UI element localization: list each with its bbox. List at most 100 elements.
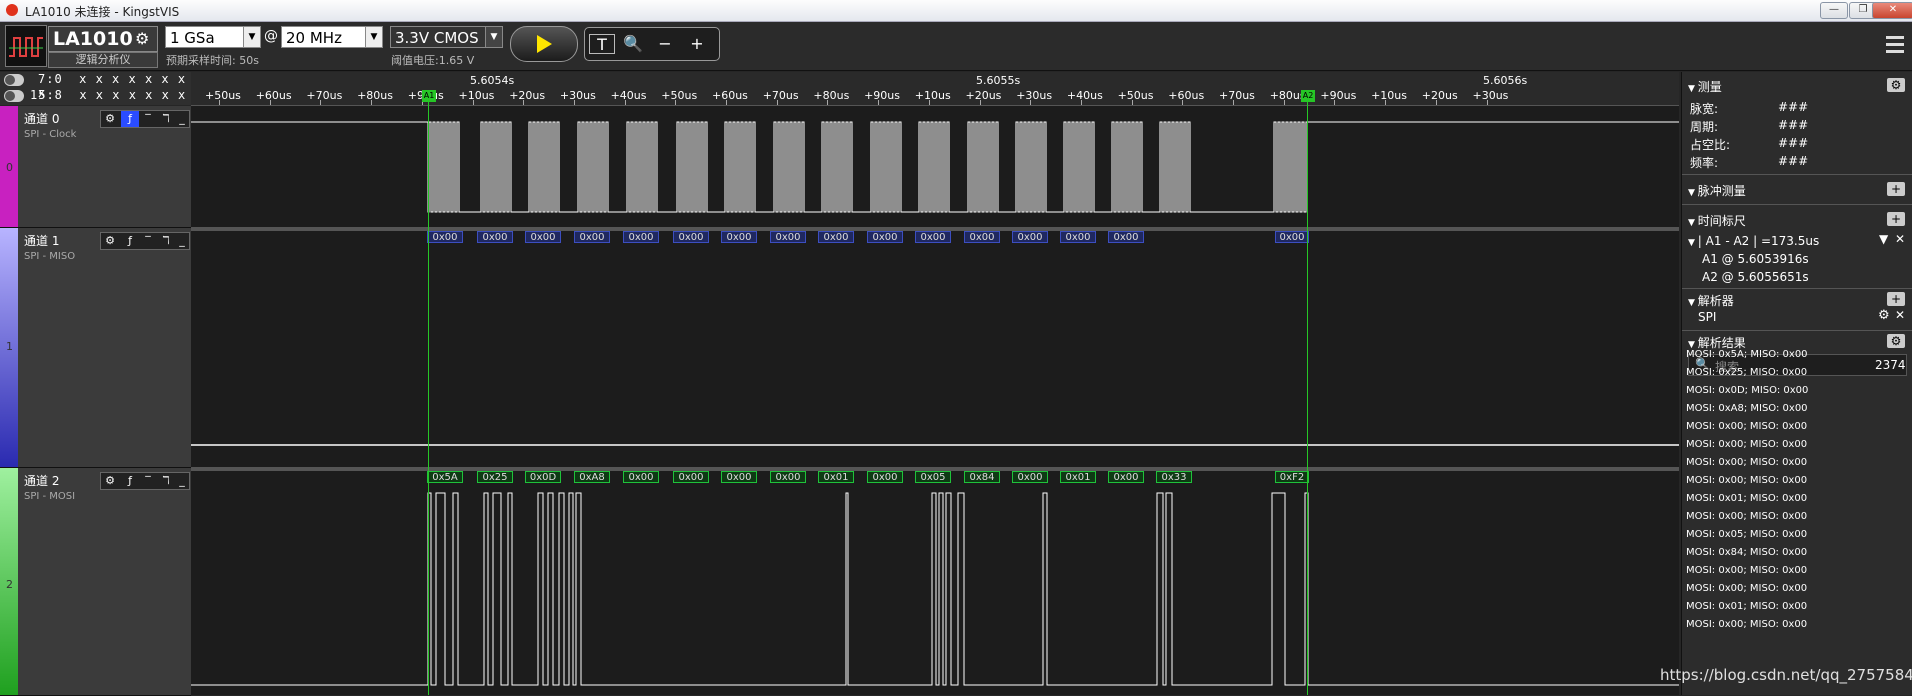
decoded-byte[interactable]: 0x00 [770, 471, 806, 483]
measure-section-title[interactable]: 测量 [1688, 78, 1722, 95]
low-trigger-icon[interactable]: _ [173, 111, 191, 127]
decoded-byte[interactable]: 0x5A [427, 471, 463, 483]
decoded-byte[interactable]: 0x25 [477, 471, 513, 483]
gear-icon[interactable]: ⚙ [1887, 334, 1905, 348]
run-button[interactable] [510, 26, 578, 62]
result-row[interactable]: MOSI: 0x0D; MISO: 0x00 [1686, 385, 1808, 396]
result-row[interactable]: MOSI: 0x01; MISO: 0x00 [1686, 493, 1807, 504]
waveform-channel-2[interactable]: 0x5A 0x25 0x0D 0xA8 0x00 0x00 0x00 0x00 0x01 0x00… [191, 471, 1679, 695]
result-row[interactable]: MOSI: 0xA8; MISO: 0x00 [1686, 403, 1808, 414]
result-row[interactable]: MOSI: 0x00; MISO: 0x00 [1686, 565, 1807, 576]
decoded-byte[interactable]: 0x00 [477, 231, 513, 243]
gear-icon[interactable]: ⚙ [101, 111, 119, 127]
decoded-byte[interactable]: 0x84 [964, 471, 1000, 483]
decoded-byte[interactable]: 0x00 [867, 231, 903, 243]
decoded-byte[interactable]: 0x00 [818, 231, 854, 243]
gear-icon[interactable]: ⚙ [101, 473, 119, 489]
decoded-byte[interactable]: 0x00 [673, 471, 709, 483]
ruler-section-title[interactable]: 时间标尺 [1688, 212, 1746, 229]
edge-trigger-icon[interactable]: ƒ [121, 111, 139, 127]
result-row[interactable]: MOSI: 0x00; MISO: 0x00 [1686, 619, 1807, 630]
decoded-byte[interactable]: 0xA8 [574, 471, 610, 483]
edge-trigger-icon[interactable]: ƒ [121, 473, 139, 489]
decoded-byte[interactable]: 0xF2 [1275, 471, 1309, 483]
gear-icon[interactable]: ⚙ [1887, 78, 1905, 92]
close-icon[interactable]: ✕ [1895, 308, 1905, 322]
decoded-byte[interactable]: 0x00 [721, 471, 757, 483]
cursor-a2[interactable] [1307, 90, 1308, 695]
result-row[interactable]: MOSI: 0x05; MISO: 0x00 [1686, 529, 1807, 540]
add-icon[interactable]: + [1887, 212, 1905, 226]
high-trigger-icon[interactable]: ‾ [139, 233, 157, 249]
decoded-byte[interactable]: 0x00 [525, 231, 561, 243]
decoded-byte[interactable]: 0x00 [1108, 471, 1144, 483]
edge-trigger-icon[interactable]: ƒ [121, 233, 139, 249]
close-icon[interactable]: ✕ [1895, 232, 1905, 246]
sample-depth-select[interactable]: 1 GSa ▼ [165, 26, 261, 48]
waveform-channel-1[interactable]: 0x00 0x00 0x00 0x00 0x00 0x00 0x00 0x00 0x00 0x00… [191, 231, 1679, 467]
zoom-toolgroup: T 🔍 − + [584, 27, 720, 61]
zoom-fit-icon[interactable]: 🔍 [621, 34, 645, 54]
cursor-a2-tag[interactable]: A2 [1301, 90, 1315, 102]
decoded-byte[interactable]: 0x00 [915, 231, 951, 243]
high-trigger-icon[interactable]: ‾ [139, 111, 157, 127]
decoded-byte[interactable]: 0x00 [867, 471, 903, 483]
result-row[interactable]: MOSI: 0x00; MISO: 0x00 [1686, 583, 1807, 594]
decoded-byte[interactable]: 0x05 [915, 471, 951, 483]
result-row[interactable]: MOSI: 0x5A; MISO: 0x00 [1686, 349, 1808, 360]
decoded-byte[interactable]: 0x00 [427, 231, 463, 243]
state-toggle[interactable] [4, 90, 24, 102]
sample-rate-select[interactable]: 20 MHz ▼ [281, 26, 383, 48]
decoded-byte[interactable]: 0x01 [1060, 471, 1096, 483]
text-tool-icon[interactable]: T [589, 34, 615, 54]
pulse-section-title[interactable]: 脉冲测量 [1688, 182, 1746, 199]
add-icon[interactable]: + [1887, 292, 1905, 306]
add-icon[interactable]: + [1887, 182, 1905, 196]
minimize-button[interactable]: — [1820, 2, 1848, 19]
result-row[interactable]: MOSI: 0x00; MISO: 0x00 [1686, 439, 1807, 450]
high-trigger-icon[interactable]: ‾ [139, 473, 157, 489]
state-toggle[interactable] [4, 74, 24, 86]
voltage-select[interactable]: 3.3V CMOS ▼ [390, 26, 503, 48]
gear-icon[interactable]: ⚙ [1878, 308, 1890, 323]
result-row[interactable]: MOSI: 0x00; MISO: 0x00 [1686, 475, 1807, 486]
decoded-byte[interactable]: 0x00 [623, 471, 659, 483]
result-row[interactable]: MOSI: 0x84; MISO: 0x00 [1686, 547, 1807, 558]
close-button[interactable]: ✕ [1872, 2, 1912, 19]
decoded-byte[interactable]: 0x00 [574, 231, 610, 243]
pin-icon[interactable]: ▼ [1879, 232, 1888, 246]
result-row[interactable]: MOSI: 0x01; MISO: 0x00 [1686, 601, 1807, 612]
gear-icon[interactable]: ⚙ [101, 233, 119, 249]
decoded-byte[interactable]: 0x00 [673, 231, 709, 243]
decoded-byte[interactable]: 0x00 [1012, 471, 1048, 483]
decoded-byte[interactable]: 0x0D [525, 471, 561, 483]
waveform-channel-0[interactable] [191, 106, 1679, 227]
decoded-byte[interactable]: 0x00 [623, 231, 659, 243]
decoded-byte[interactable]: 0x00 [1108, 231, 1144, 243]
zoom-out-icon[interactable]: − [653, 34, 677, 54]
decoded-byte[interactable]: 0x00 [1060, 231, 1096, 243]
decoded-byte[interactable]: 0x00 [770, 231, 806, 243]
zoom-in-icon[interactable]: + [685, 34, 709, 54]
cursor-a1-tag[interactable]: A1 [422, 90, 436, 102]
decoded-byte[interactable]: 0x00 [721, 231, 757, 243]
decoded-byte[interactable]: 0x00 [1012, 231, 1048, 243]
decoded-byte[interactable]: 0x01 [818, 471, 854, 483]
result-row[interactable]: MOSI: 0x00; MISO: 0x00 [1686, 511, 1807, 522]
channel-panel-2: 2 通道 2 SPI - MOSI ⚙ ƒ ‾ ℸ _ [0, 468, 191, 696]
decoded-byte[interactable]: 0x00 [1275, 231, 1309, 243]
result-row[interactable]: MOSI: 0x00; MISO: 0x00 [1686, 457, 1807, 468]
device-settings-icon[interactable]: ⚙ [135, 29, 149, 48]
result-row[interactable]: MOSI: 0x00; MISO: 0x00 [1686, 421, 1807, 432]
time-ruler[interactable]: 5.6054s 5.6055s 5.6056s +50us +60us +70us +… [191, 72, 1679, 106]
results-list[interactable]: MOSI: 0x5A; MISO: 0x00 MOSI: 0x25; MISO: … [1682, 349, 1912, 695]
low-trigger-icon[interactable]: _ [173, 473, 191, 489]
menu-icon[interactable] [1886, 36, 1904, 56]
ruler-pair[interactable]: | A1 - A2 | =173.5us [1688, 234, 1819, 248]
cursor-a1[interactable] [428, 90, 429, 695]
decoded-byte[interactable]: 0x33 [1156, 471, 1192, 483]
decoded-byte[interactable]: 0x00 [964, 231, 1000, 243]
analyzer-section-title[interactable]: 解析器 [1688, 292, 1734, 309]
result-row[interactable]: MOSI: 0x25; MISO: 0x00 [1686, 367, 1807, 378]
low-trigger-icon[interactable]: _ [173, 233, 191, 249]
